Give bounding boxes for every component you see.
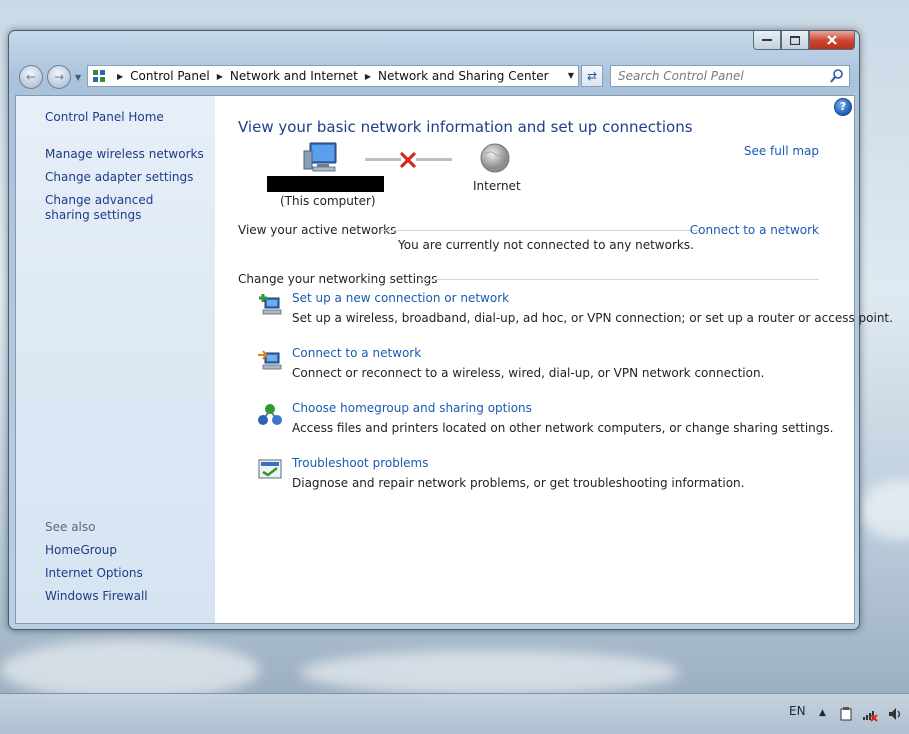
show-hidden-icons-icon[interactable]: ▲ bbox=[819, 708, 826, 718]
not-connected-status: You are currently not connected to any n… bbox=[398, 238, 694, 252]
network-sharing-center-window: ← → ▼ ▶ Control Panel ▶ Network and Inte… bbox=[8, 30, 893, 630]
task-troubleshoot-desc: Diagnose and repair network problems, or… bbox=[292, 476, 745, 490]
section-divider bbox=[420, 279, 819, 280]
internet-globe-icon[interactable] bbox=[479, 142, 511, 174]
page-title: View your basic network information and … bbox=[238, 118, 693, 136]
search-input[interactable] bbox=[611, 68, 829, 84]
sidebar-item-homegroup[interactable]: HomeGroup bbox=[45, 543, 117, 558]
minimize-icon bbox=[762, 39, 772, 41]
desktop-cloud bbox=[860, 480, 909, 540]
breadcrumb-control-panel[interactable]: Control Panel bbox=[130, 69, 210, 83]
sidebar-item-manage-wireless[interactable]: Manage wireless networks bbox=[45, 147, 204, 162]
forward-button[interactable]: → bbox=[47, 65, 71, 89]
breadcrumb-network-and-internet[interactable]: Network and Internet bbox=[230, 69, 358, 83]
task-troubleshoot-link[interactable]: Troubleshoot problems bbox=[292, 456, 428, 470]
computer-name-redacted bbox=[267, 176, 384, 192]
control-panel-icon bbox=[93, 70, 105, 82]
navigation-bar: ← → ▼ ▶ Control Panel ▶ Network and Inte… bbox=[9, 63, 859, 93]
connection-line bbox=[365, 158, 401, 161]
main-panel: ? View your basic network information an… bbox=[215, 96, 893, 623]
breadcrumb-separator[interactable]: ▶ bbox=[117, 72, 123, 81]
breadcrumb-separator[interactable]: ▶ bbox=[217, 72, 223, 81]
task-connect-network-desc: Connect or reconnect to a wireless, wire… bbox=[292, 366, 765, 380]
close-button[interactable] bbox=[809, 31, 855, 50]
caption-buttons bbox=[753, 31, 855, 50]
search-box[interactable] bbox=[610, 65, 850, 87]
task-setup-connection-link[interactable]: Set up a new connection or network bbox=[292, 291, 509, 305]
network-disconnected-icon[interactable] bbox=[862, 706, 878, 722]
connection-line bbox=[416, 158, 452, 161]
change-settings-heading: Change your networking settings bbox=[238, 272, 438, 286]
address-dropdown-icon[interactable]: ▼ bbox=[568, 71, 574, 80]
maximize-icon bbox=[790, 35, 800, 45]
disconnected-icon[interactable] bbox=[400, 152, 416, 168]
breadcrumb-network-sharing-center[interactable]: Network and Sharing Center bbox=[378, 69, 549, 83]
recent-pages-dropdown[interactable]: ▼ bbox=[75, 73, 81, 82]
back-arrow-icon: ← bbox=[25, 70, 37, 84]
task-setup-connection-desc: Set up a wireless, broadband, dial-up, a… bbox=[292, 311, 893, 325]
computer-icon[interactable] bbox=[303, 141, 339, 173]
desktop-cloud bbox=[0, 640, 260, 700]
breadcrumb-separator[interactable]: ▶ bbox=[365, 72, 371, 81]
active-networks-heading: View your active networks bbox=[238, 223, 397, 237]
sidebar-item-adapter-settings[interactable]: Change adapter settings bbox=[45, 170, 193, 185]
volume-icon[interactable] bbox=[887, 706, 903, 722]
section-divider bbox=[381, 230, 699, 231]
maximize-button[interactable] bbox=[781, 31, 809, 50]
minimize-button[interactable] bbox=[753, 31, 781, 50]
sidebar-item-windows-firewall[interactable]: Windows Firewall bbox=[45, 589, 148, 604]
language-indicator[interactable]: EN bbox=[789, 704, 806, 718]
desktop-cloud bbox=[300, 650, 680, 695]
internet-label: Internet bbox=[473, 179, 521, 193]
back-button[interactable]: ← bbox=[19, 65, 43, 89]
sidebar-item-internet-options[interactable]: Internet Options bbox=[45, 566, 143, 581]
connect-to-network-link[interactable]: Connect to a network bbox=[690, 223, 819, 237]
task-homegroup-desc: Access files and printers located on oth… bbox=[292, 421, 834, 435]
address-bar[interactable]: ▶ Control Panel ▶ Network and Internet ▶… bbox=[87, 65, 579, 87]
task-connect-network-link[interactable]: Connect to a network bbox=[292, 346, 421, 360]
sidebar-item-control-panel-home[interactable]: Control Panel Home bbox=[45, 110, 164, 125]
see-also-heading: See also bbox=[45, 520, 96, 534]
content-area: Control Panel Home Manage wireless netwo… bbox=[15, 95, 893, 624]
sidebar-item-advanced-sharing[interactable]: Change advanced sharing settings bbox=[45, 193, 195, 223]
help-icon[interactable]: ? bbox=[834, 98, 852, 116]
refresh-button[interactable]: ⇄ bbox=[581, 65, 603, 87]
left-sidebar: Control Panel Home Manage wireless netwo… bbox=[16, 96, 215, 623]
taskbar: EN ▲ bbox=[0, 693, 909, 734]
troubleshoot-icon[interactable] bbox=[257, 457, 283, 483]
this-computer-label: (This computer) bbox=[280, 194, 376, 208]
see-full-map-link[interactable]: See full map bbox=[744, 144, 819, 158]
task-homegroup-link[interactable]: Choose homegroup and sharing options bbox=[292, 401, 532, 415]
new-connection-icon[interactable] bbox=[257, 292, 283, 318]
refresh-icon: ⇄ bbox=[586, 69, 598, 83]
connect-network-icon[interactable] bbox=[257, 347, 283, 373]
close-icon bbox=[827, 35, 837, 45]
search-icon[interactable] bbox=[829, 68, 845, 84]
action-center-icon[interactable] bbox=[838, 706, 854, 722]
forward-arrow-icon: → bbox=[53, 70, 65, 84]
homegroup-icon[interactable] bbox=[257, 402, 283, 428]
